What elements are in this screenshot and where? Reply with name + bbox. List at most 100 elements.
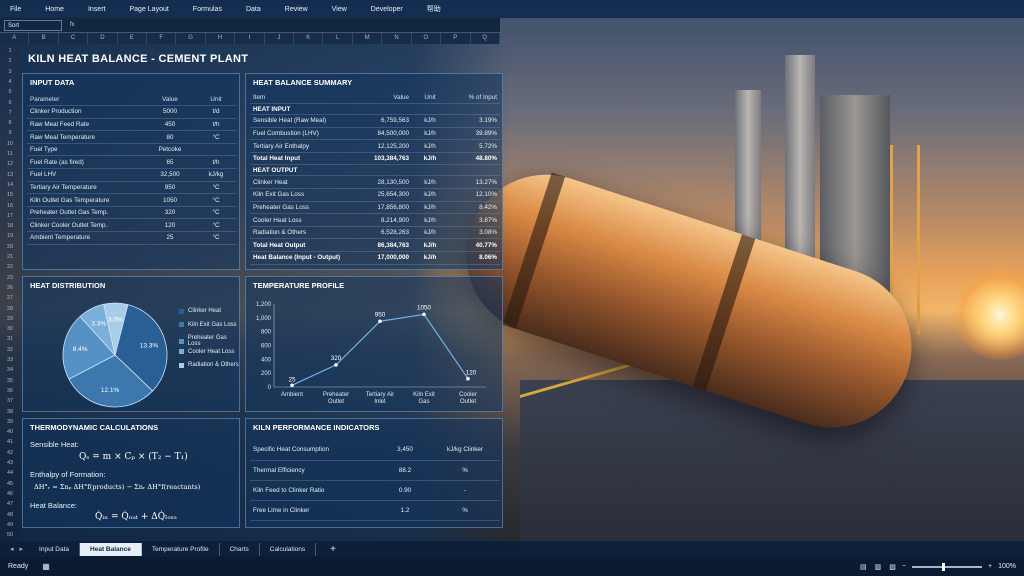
param-cell[interactable]: Clinker Cooler Outlet Temp. bbox=[27, 218, 145, 233]
kpi-value[interactable]: 1.2 bbox=[380, 500, 430, 521]
unit-cell[interactable]: °C bbox=[195, 181, 237, 195]
percent-cell[interactable]: 8.06% bbox=[448, 251, 500, 265]
item-cell[interactable]: Heat Balance (Input - Output) bbox=[250, 251, 360, 265]
column-header[interactable]: M bbox=[353, 33, 383, 44]
unit-cell[interactable]: kJ/h bbox=[412, 201, 448, 215]
unit-cell[interactable]: °C bbox=[195, 130, 237, 144]
row-header[interactable]: 22 bbox=[0, 264, 20, 270]
row-header[interactable]: 23 bbox=[0, 275, 20, 281]
value-cell[interactable]: 450 bbox=[145, 118, 195, 132]
value-cell[interactable]: 17,000,000 bbox=[360, 251, 412, 265]
legend-item[interactable]: Radiation & Others bbox=[179, 362, 239, 368]
param-cell[interactable]: Preheater Outlet Gas Temp. bbox=[27, 206, 145, 220]
column-header[interactable]: C bbox=[59, 33, 89, 44]
page-break-icon[interactable]: ▧ bbox=[889, 563, 896, 571]
row-header[interactable]: 12 bbox=[0, 161, 20, 167]
row-header[interactable]: 15 bbox=[0, 192, 20, 198]
percent-cell[interactable]: 12.10% bbox=[448, 188, 500, 202]
unit-cell[interactable]: °C bbox=[195, 206, 237, 220]
percent-cell[interactable]: 40.77% bbox=[448, 238, 500, 253]
row-header[interactable]: 20 bbox=[0, 244, 20, 250]
unit-cell[interactable] bbox=[195, 143, 237, 157]
menu-9[interactable]: 帮助 bbox=[427, 4, 441, 14]
value-cell[interactable]: 25 bbox=[145, 231, 195, 245]
value-cell[interactable]: 32,500 bbox=[145, 168, 195, 182]
kpi-value[interactable]: 3,450 bbox=[380, 440, 430, 461]
row-header[interactable]: 43 bbox=[0, 460, 20, 466]
column-header[interactable]: O bbox=[412, 33, 442, 44]
data-point[interactable] bbox=[422, 312, 426, 317]
column-header[interactable]: N bbox=[382, 33, 412, 44]
unit-cell[interactable]: °C bbox=[195, 193, 237, 207]
row-header[interactable]: 47 bbox=[0, 501, 20, 507]
row-header[interactable]: 8 bbox=[0, 120, 20, 126]
row-header[interactable]: 35 bbox=[0, 378, 20, 384]
column-header[interactable]: F bbox=[147, 33, 177, 44]
value-cell[interactable]: 12,125,200 bbox=[360, 139, 412, 153]
row-header[interactable]: 37 bbox=[0, 398, 20, 404]
column-header[interactable]: K bbox=[294, 33, 324, 44]
value-cell[interactable]: 84,500,000 bbox=[360, 127, 412, 141]
section-label[interactable]: HEAT OUTPUT bbox=[250, 164, 500, 177]
legend-item[interactable]: Preheater Gas Loss bbox=[179, 335, 239, 347]
value-cell[interactable]: 320 bbox=[145, 206, 195, 220]
percent-cell[interactable]: 13.27% bbox=[448, 175, 500, 190]
unit-cell[interactable]: kJ/h bbox=[412, 114, 448, 128]
kpi-unit[interactable]: % bbox=[430, 460, 500, 481]
row-header[interactable]: 48 bbox=[0, 512, 20, 518]
percent-cell[interactable]: 8.42% bbox=[448, 201, 500, 215]
column-header[interactable]: A bbox=[0, 33, 30, 44]
data-point[interactable] bbox=[466, 376, 470, 381]
row-header[interactable]: 45 bbox=[0, 481, 20, 487]
percent-cell[interactable]: 3.19% bbox=[448, 114, 500, 128]
unit-cell[interactable]: kJ/h bbox=[412, 213, 448, 227]
item-cell[interactable]: Clinker Heat bbox=[250, 175, 360, 190]
unit-cell[interactable]: t/h bbox=[195, 118, 237, 132]
row-header[interactable]: 10 bbox=[0, 141, 20, 147]
value-cell[interactable]: 1050 bbox=[145, 193, 195, 207]
sheet-tab[interactable]: Temperature Profile bbox=[142, 542, 220, 556]
column-header[interactable]: I bbox=[235, 33, 265, 44]
row-header[interactable]: 40 bbox=[0, 429, 20, 435]
row-header[interactable]: 32 bbox=[0, 347, 20, 353]
row-header[interactable]: 31 bbox=[0, 336, 20, 342]
unit-cell[interactable]: kJ/h bbox=[412, 238, 448, 253]
item-cell[interactable]: Cooler Heat Loss bbox=[250, 213, 360, 227]
row-header[interactable]: 49 bbox=[0, 522, 20, 528]
row-header[interactable]: 50 bbox=[0, 532, 20, 538]
formula-fx-icon[interactable]: fx bbox=[70, 22, 75, 28]
sheet-tab[interactable]: Heat Balance bbox=[80, 542, 142, 556]
value-cell[interactable]: 120 bbox=[145, 218, 195, 233]
section-label[interactable]: HEAT INPUT bbox=[250, 103, 500, 116]
tab-scroll-right-icon[interactable]: ▸ bbox=[20, 545, 24, 553]
row-header[interactable]: 42 bbox=[0, 450, 20, 456]
row-header[interactable]: 2 bbox=[0, 58, 20, 64]
kpi-unit[interactable]: - bbox=[430, 480, 500, 501]
value-cell[interactable]: 28,130,500 bbox=[360, 175, 412, 190]
item-cell[interactable]: Kiln Exit Gas Loss bbox=[250, 188, 360, 202]
value-cell[interactable]: 86,384,763 bbox=[360, 238, 412, 253]
percent-cell[interactable]: 3.08% bbox=[448, 226, 500, 240]
unit-cell[interactable]: kJ/h bbox=[412, 127, 448, 141]
value-cell[interactable]: 17,856,800 bbox=[360, 201, 412, 215]
unit-cell[interactable]: kJ/kg bbox=[195, 168, 237, 182]
column-header[interactable]: D bbox=[88, 33, 118, 44]
row-header[interactable]: 26 bbox=[0, 285, 20, 291]
temperature-series-line[interactable] bbox=[291, 313, 469, 386]
value-cell[interactable]: 80 bbox=[145, 130, 195, 144]
data-point[interactable] bbox=[290, 383, 294, 388]
unit-cell[interactable]: °C bbox=[195, 218, 237, 233]
row-header[interactable]: 18 bbox=[0, 223, 20, 229]
item-cell[interactable]: Radiation & Others bbox=[250, 226, 360, 240]
percent-cell[interactable]: 3.87% bbox=[448, 213, 500, 227]
param-cell[interactable]: Kiln Outlet Gas Temperature bbox=[27, 193, 145, 207]
item-cell[interactable]: Tertiary Air Enthalpy bbox=[250, 139, 360, 153]
menu-2[interactable]: Insert bbox=[88, 6, 106, 13]
zoom-in-icon[interactable]: + bbox=[988, 563, 992, 570]
kpi-label[interactable]: Free Lime in Clinker bbox=[250, 500, 380, 521]
sheet-tab[interactable]: Calculations bbox=[260, 542, 317, 556]
row-header[interactable]: 41 bbox=[0, 439, 20, 445]
calendar-icon[interactable]: ▦ bbox=[42, 562, 50, 571]
row-header[interactable]: 11 bbox=[0, 151, 20, 157]
unit-cell[interactable]: kJ/h bbox=[412, 152, 448, 166]
